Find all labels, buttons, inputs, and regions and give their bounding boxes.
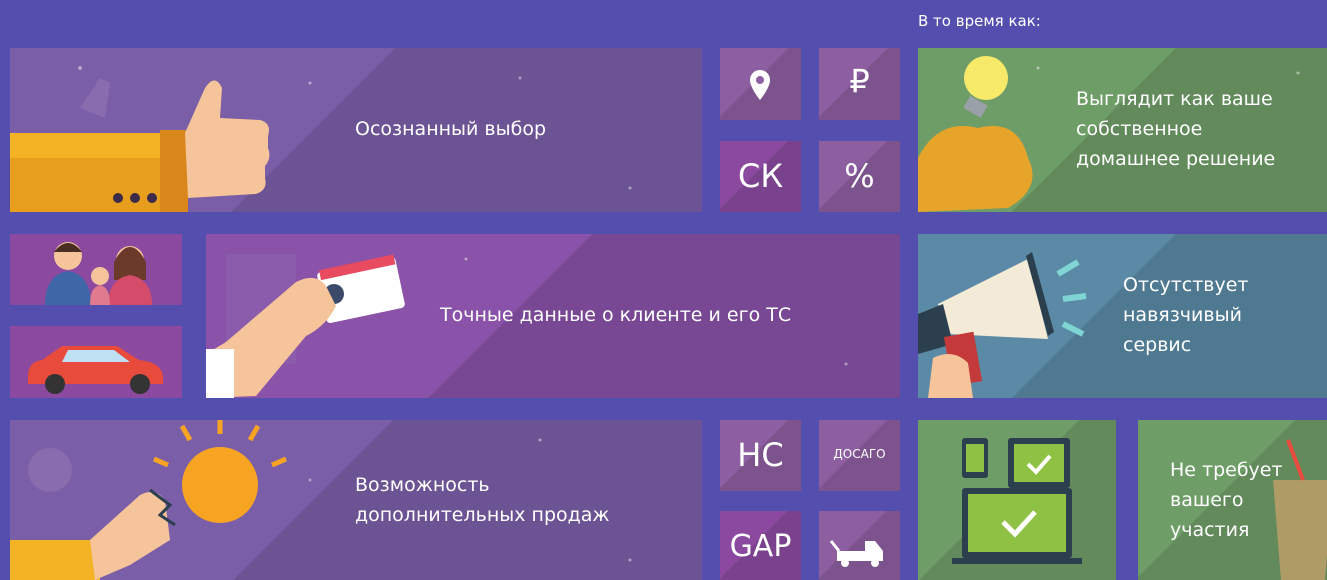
tile-gap[interactable]: GAP — [720, 511, 801, 580]
tile-label-homegrown: Выглядит как ваше собственное домашнее р… — [1076, 88, 1276, 170]
tile-percent[interactable]: % — [819, 141, 900, 212]
tile-ns-label: НС — [737, 436, 784, 474]
tile-accurate-data[interactable]: Точные данные о клиенте и его ТС — [206, 234, 900, 398]
section-heading-while: В то время как: — [918, 12, 1041, 30]
tile-label-accurate-data: Точные данные о клиенте и его ТС — [440, 304, 792, 326]
tile-percent-label: % — [844, 157, 875, 195]
tile-sk-label: СК — [737, 157, 784, 195]
tile-additional-sales[interactable]: Возможность дополнительных продаж — [10, 420, 702, 580]
tile-location[interactable] — [720, 48, 801, 120]
tile-tow[interactable] — [819, 511, 900, 580]
tile-dosago[interactable]: ДОСАГО — [819, 420, 900, 491]
tile-sk[interactable]: СК — [720, 141, 801, 212]
tile-homegrown[interactable]: Выглядит как ваше собственное домашнее р… — [918, 48, 1327, 212]
devices-check-icon — [952, 438, 1082, 564]
tile-label-additional-sales: Возможность дополнительных продаж — [355, 474, 610, 526]
tile-label-no-intrusive: Отсутствует навязчивый сервис — [1123, 274, 1249, 356]
tile-ruble[interactable]: ₽ — [819, 48, 900, 120]
tile-family[interactable] — [10, 234, 182, 305]
tile-label-conscious-choice: Осознанный выбор — [355, 118, 547, 140]
tow-truck-icon — [829, 540, 883, 567]
tile-dosago-label: ДОСАГО — [833, 447, 886, 461]
tile-conscious-choice[interactable]: Осознанный выбор — [10, 48, 702, 212]
tile-gap-label: GAP — [729, 529, 792, 564]
tile-ns[interactable]: НС — [720, 420, 801, 491]
tile-devices[interactable] — [918, 420, 1116, 580]
tile-no-intrusive[interactable]: Отсутствует навязчивый сервис — [918, 234, 1327, 398]
ruble-icon: ₽ — [849, 62, 870, 100]
tile-car[interactable] — [10, 326, 182, 398]
car-icon — [28, 346, 163, 394]
location-pin-icon — [750, 70, 770, 100]
family-icon — [45, 242, 152, 305]
tile-label-no-participation: Не требует вашего участия — [1170, 459, 1283, 541]
tile-no-participation[interactable]: Не требует вашего участия — [1138, 420, 1327, 580]
